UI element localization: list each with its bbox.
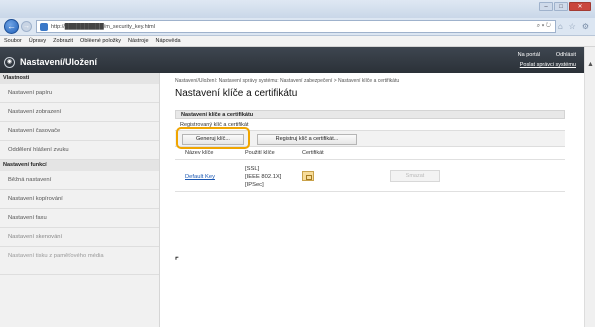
column-certificate: Certifikát xyxy=(302,150,324,156)
generate-key-button[interactable]: Generuj klíč... xyxy=(182,134,244,145)
breadcrumb[interactable]: Nastavení/Uložení: Nastavení správy syst… xyxy=(175,78,399,84)
sidebar-item-copy[interactable]: Nastavení kopírování xyxy=(0,190,159,209)
menu-help[interactable]: Nápověda xyxy=(156,38,181,44)
table-header: Název klíče Použití klíče Certifikát xyxy=(175,147,565,159)
column-key-name: Název klíče xyxy=(185,150,214,156)
address-bar[interactable]: http://██████████/m_security_key.html ⌕ … xyxy=(36,20,556,33)
browser-toolbar-icons: ⌂ ☆ ⚙ xyxy=(558,22,589,31)
page-scrollbar[interactable]: ▲ xyxy=(584,47,595,327)
sidebar-item-fax[interactable]: Nastavení faxu xyxy=(0,209,159,228)
sidebar: Vlastnosti Nastavení papíru Nastavení zo… xyxy=(0,73,160,327)
portal-link[interactable]: Na portál xyxy=(518,52,540,58)
delete-button[interactable]: Smazat xyxy=(390,170,440,182)
page-favicon-icon xyxy=(40,23,48,31)
app-logo-icon: ◉ xyxy=(4,57,15,68)
key-name-link[interactable]: Default Key xyxy=(185,174,215,180)
table-row: Default Key [SSL] [IEEE 802.1X] [IPSec] … xyxy=(175,159,565,192)
maximize-button[interactable]: □ xyxy=(554,2,568,11)
favorites-star-icon[interactable]: ☆ xyxy=(569,22,576,31)
settings-gear-icon[interactable]: ⚙ xyxy=(582,22,589,31)
action-row: Generuj klíč... Registruj klíč a certifi… xyxy=(175,127,565,149)
close-button[interactable]: ✕ xyxy=(569,2,591,11)
sidebar-item-scan[interactable]: Nastavení skenování xyxy=(0,228,159,247)
logout-link[interactable]: Odhlásit xyxy=(556,52,576,58)
key-certificate-panel: Nastavení klíče a certifikátu Registrova… xyxy=(175,110,565,192)
sidebar-item-common[interactable]: Běžná nastavení xyxy=(0,171,159,190)
sidebar-item-paper[interactable]: Nastavení papíru xyxy=(0,84,159,103)
menu-favorites[interactable]: Oblëené položky xyxy=(80,38,121,44)
key-usage-text: [SSL] [IEEE 802.1X] [IPSec] xyxy=(245,166,282,188)
sidebar-item-display[interactable]: Nastavení zobrazení xyxy=(0,103,159,122)
menu-edit[interactable]: Úpravy xyxy=(29,38,46,44)
column-key-usage: Použití klíče xyxy=(245,150,275,156)
sidebar-section-functions: Nastavení funkcí xyxy=(0,160,159,171)
app-title: Nastavení/Uložení xyxy=(20,57,98,67)
address-url[interactable]: http://██████████/m_security_key.html xyxy=(51,24,155,30)
window-titlebar: – □ ✕ xyxy=(0,0,595,18)
back-arrow-icon[interactable]: ← xyxy=(4,19,19,34)
forward-arrow-icon[interactable]: → xyxy=(21,21,32,32)
mail-admin-link[interactable]: Poslat správci systému xyxy=(520,62,576,68)
panel-title: Nastavení klíče a certifikátu xyxy=(175,110,565,119)
browser-menubar: Soubor Úpravy Zobrazit Oblëené položky N… xyxy=(0,36,595,47)
page-title: Nastavení klíče a certifikátu xyxy=(175,88,298,99)
main-content: Nastavení/Uložení: Nastavení správy syst… xyxy=(160,73,584,327)
sidebar-item-memory-print[interactable]: Nastavení tisku z paměťového média xyxy=(0,247,159,275)
app-header: ◉ Nastavení/Uložení Na portál Odhlásit P… xyxy=(0,47,584,73)
minimize-button[interactable]: – xyxy=(539,2,553,11)
sidebar-item-timer[interactable]: Nastavení časovače xyxy=(0,122,159,141)
menu-file[interactable]: Soubor xyxy=(4,38,22,44)
certificate-icon[interactable] xyxy=(302,171,314,181)
text-cursor-icon: ⌜ xyxy=(175,256,179,265)
home-icon[interactable]: ⌂ xyxy=(558,22,563,31)
sidebar-item-sound[interactable]: Oddělení hlášení zvuku xyxy=(0,141,159,160)
register-key-button[interactable]: Registruj klíč a certifikát... xyxy=(257,134,357,145)
scroll-up-icon[interactable]: ▲ xyxy=(587,61,594,68)
menu-tools[interactable]: Nástroje xyxy=(128,38,148,44)
browser-navbar: ← → http://██████████/m_security_key.htm… xyxy=(0,18,595,36)
address-actions[interactable]: ⌕ ▾ ↻ xyxy=(537,23,551,30)
sidebar-section-properties: Vlastnosti xyxy=(0,73,159,84)
window-controls: – □ ✕ xyxy=(539,2,591,11)
menu-view[interactable]: Zobrazit xyxy=(53,38,73,44)
